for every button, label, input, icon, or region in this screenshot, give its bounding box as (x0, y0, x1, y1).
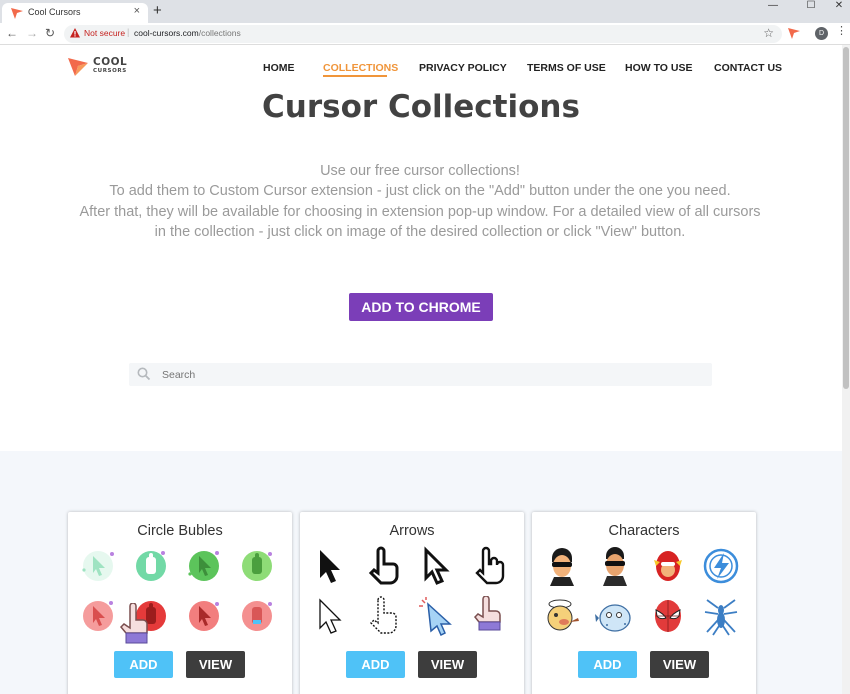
profile-avatar[interactable]: D (815, 27, 828, 40)
site-logo[interactable]: COOL CURSORS (68, 55, 128, 79)
warning-icon (70, 28, 80, 38)
nav-privacy-policy[interactable]: PRIVACY POLICY (419, 62, 507, 74)
page-title: Cursor Collections (262, 89, 580, 125)
character-spiderman-icon (648, 596, 688, 636)
browser-tab[interactable]: Cool Cursors × (2, 3, 148, 23)
reload-button[interactable]: ↻ (45, 26, 55, 40)
nav-terms-of-use[interactable]: TERMS OF USE (527, 62, 606, 74)
intro-line: in the collection - just click on image … (154, 223, 686, 240)
nav-how-to-use[interactable]: HOW TO USE (625, 62, 692, 74)
character-popeye-icon (542, 596, 582, 636)
arrow-black-icon (310, 546, 350, 586)
collection-title: Arrows (389, 523, 435, 539)
url-host: cool-cursors.com (134, 28, 199, 38)
address-bar[interactable]: Not secure | cool-cursors.com/collection… (64, 25, 782, 43)
intro-line: After that, they will be available for c… (79, 203, 761, 220)
character-flash-icon (648, 546, 688, 586)
browser-menu-icon[interactable]: ⋮ (836, 26, 847, 37)
new-tab-button[interactable]: + (153, 3, 162, 19)
arrow-outline-bold-icon (416, 546, 456, 586)
character-blowfish-icon (595, 596, 635, 636)
collection-preview[interactable] (78, 546, 282, 642)
arrow-thin-outline-icon (310, 596, 350, 636)
hand-pointer-purple-cuff-icon (469, 595, 509, 636)
bubble-hand-lightgreen-icon (237, 546, 277, 586)
bubble-hand-coral-icon (237, 596, 277, 636)
hand-pointer-dotted-icon (363, 596, 403, 636)
custom-cursor-extension-icon[interactable] (788, 28, 800, 39)
nav-home[interactable]: HOME (263, 62, 295, 74)
add-collection-button[interactable]: ADD (346, 651, 405, 678)
logo-cursor-icon (68, 58, 88, 76)
cool-cursors-favicon-icon (11, 8, 23, 19)
bubble-arrow-pink-icon (78, 596, 118, 636)
hand-pointer-cursor-icon (119, 603, 148, 644)
collection-card-circle-bubles[interactable]: Circle Bubles ADD VIEW (68, 512, 292, 694)
page-viewport: COOL CURSORS HOME COLLECTIONS PRIVACY PO… (0, 45, 850, 694)
search-input[interactable] (162, 363, 702, 386)
logo-text-cursors: CURSORS (93, 68, 127, 74)
add-collection-button[interactable]: ADD (578, 651, 637, 678)
nav-contact-us[interactable]: CONTACT US (714, 62, 782, 74)
add-to-chrome-button[interactable]: ADD TO CHROME (349, 293, 493, 321)
nav-collections[interactable]: COLLECTIONS (323, 62, 398, 74)
bubble-hand-green-icon (131, 546, 171, 586)
tab-strip: Cool Cursors × + — ☐ ✕ (0, 0, 850, 23)
minimize-button[interactable]: — (758, 0, 788, 14)
bubble-arrow-green-icon (184, 546, 224, 586)
character-agent-2-icon (595, 546, 635, 586)
intro-line: Use our free cursor collections! (320, 163, 520, 179)
tab-title: Cool Cursors (28, 7, 81, 17)
back-button[interactable]: ← (6, 26, 18, 40)
bookmark-star-icon[interactable]: ☆ (763, 26, 774, 40)
close-window-button[interactable]: ✕ (824, 0, 850, 14)
url-path: /collections (198, 28, 241, 38)
collection-preview[interactable] (310, 546, 514, 642)
nav-active-underline (323, 75, 387, 77)
hand-pointer-outline-icon (469, 546, 509, 586)
view-collection-button[interactable]: VIEW (418, 651, 477, 678)
url-separator: | (127, 27, 130, 37)
browser-toolbar: ← → ↻ Not secure | cool-cursors.com/coll… (0, 23, 850, 45)
character-flash-emblem-icon (701, 546, 741, 586)
arrow-blue-sparkle-icon (416, 596, 456, 637)
hand-pointer-bold-icon (363, 546, 403, 586)
view-collection-button[interactable]: VIEW (650, 651, 709, 678)
collection-title: Characters (608, 523, 680, 539)
view-collection-button[interactable]: VIEW (186, 651, 245, 678)
character-spider-emblem-icon (701, 596, 741, 636)
collection-card-arrows[interactable]: Arrows ADD VIEW (300, 512, 524, 694)
collection-title: Circle Bubles (137, 523, 223, 539)
forward-button[interactable]: → (26, 26, 38, 40)
intro-text: Use our free cursor collections! To add … (70, 161, 770, 242)
tab-close-icon[interactable]: × (134, 5, 140, 17)
character-agent-icon (542, 546, 582, 586)
bubble-arrow-salmon-icon (184, 596, 224, 636)
security-label[interactable]: Not secure (84, 28, 125, 38)
logo-text-cool: COOL (93, 56, 128, 68)
bubble-arrow-light-icon (78, 546, 118, 586)
add-collection-button[interactable]: ADD (114, 651, 173, 678)
maximize-button[interactable]: ☐ (796, 0, 826, 14)
collection-card-characters[interactable]: Characters ADD VIEW (532, 512, 756, 694)
url-text[interactable]: cool-cursors.com/collections (134, 28, 241, 38)
collection-preview[interactable] (542, 546, 746, 642)
scrollbar-thumb[interactable] (843, 47, 849, 389)
search-icon (137, 367, 151, 381)
search-bar[interactable] (129, 363, 712, 386)
collections-section: Circle Bubles ADD VIEW Arrows ADD VIEW C… (0, 451, 842, 694)
intro-line: To add them to Custom Cursor extension -… (109, 183, 731, 200)
